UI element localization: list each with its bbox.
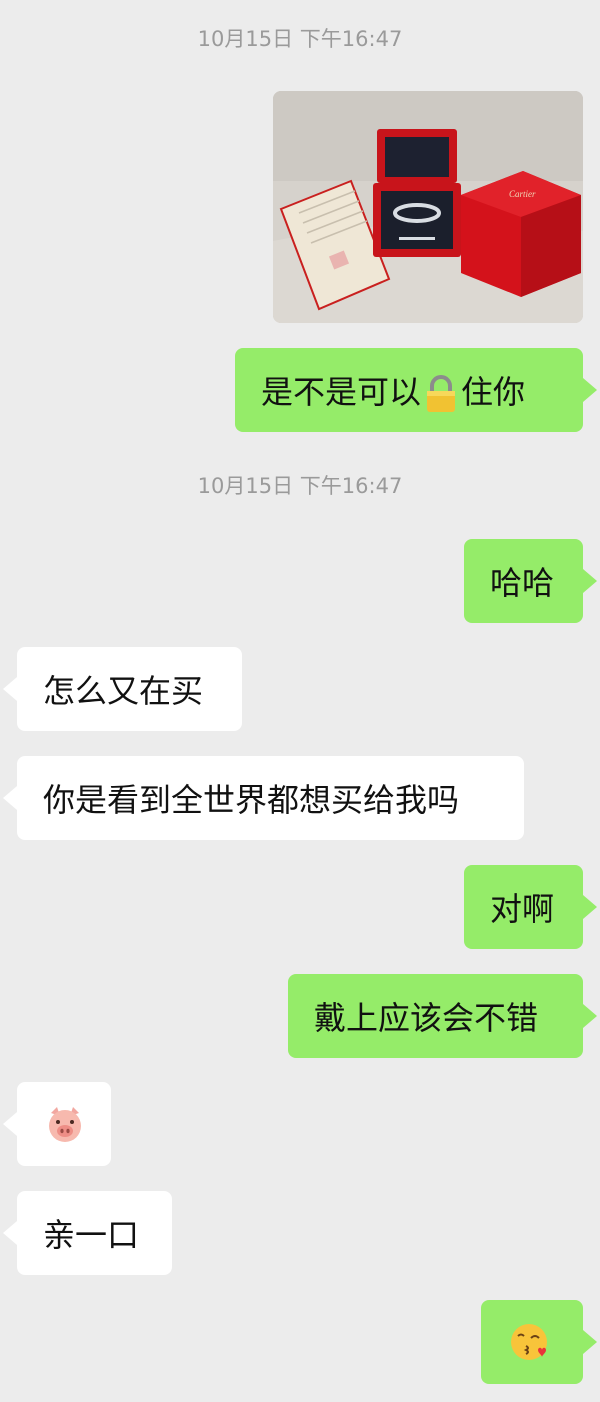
message-text: 是不是可以 住你 (235, 367, 551, 414)
message-timestamp: 10月15日 下午16:47 (197, 27, 403, 51)
outgoing-message-bubble[interactable]: 是不是可以 住你 (235, 348, 597, 432)
message-text: 对啊 (490, 890, 555, 928)
message-text: 怎么又在买 (43, 672, 204, 710)
incoming-message-bubble[interactable] (3, 1082, 111, 1166)
photo-message[interactable]: Cartier (273, 91, 583, 323)
incoming-message-bubble[interactable]: 你是看到全世界都想买给我吗 (3, 756, 524, 840)
pig-face-icon (49, 1107, 81, 1142)
incoming-message-bubble[interactable]: 亲一口 (3, 1191, 172, 1275)
photo-icon: Cartier (273, 91, 583, 323)
message-text: 戴上应该会不错 (314, 999, 539, 1037)
outgoing-message-bubble[interactable]: 哈哈 (464, 539, 597, 623)
lock-icon (427, 374, 456, 412)
incoming-message-bubble[interactable]: 怎么又在买 (3, 647, 242, 731)
message-text: 亲一口 (43, 1216, 140, 1254)
message-text-part: 是不是可以 (261, 372, 422, 411)
box-brand-logo: Cartier (509, 189, 536, 199)
message-timestamp: 10月15日 下午16:47 (197, 474, 403, 498)
outgoing-message-bubble[interactable]: 戴上应该会不错 (288, 974, 597, 1058)
message-text-part: 住你 (461, 372, 526, 411)
outgoing-message-bubble[interactable]: 对啊 (464, 865, 597, 949)
kissing-face-icon (511, 1324, 547, 1360)
message-text: 哈哈 (490, 564, 555, 602)
outgoing-message-bubble[interactable] (481, 1300, 597, 1384)
message-text: 你是看到全世界都想买给我吗 (43, 781, 460, 819)
